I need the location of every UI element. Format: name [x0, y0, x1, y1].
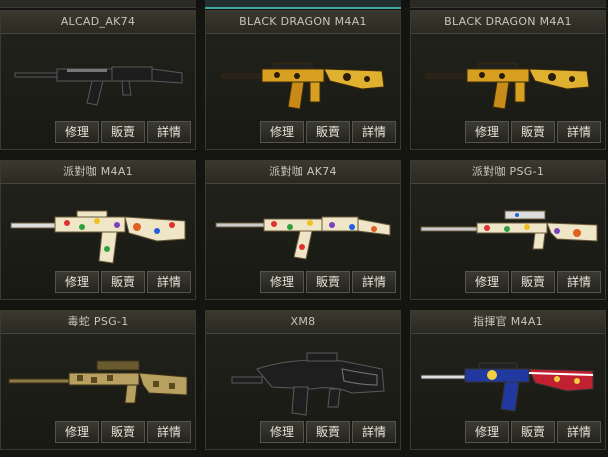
weapon-name: BLACK DRAGON M4A1 [411, 11, 605, 34]
weapon-card[interactable]: 派對咖 M4A1 修理 販賣 詳情 [0, 160, 196, 300]
weapon-name: 派對咖 AK74 [206, 161, 400, 184]
sell-button[interactable]: 販賣 [511, 121, 555, 143]
sell-button[interactable]: 販賣 [101, 121, 145, 143]
weapon-card[interactable]: ALCAD_AK74 修理 販賣 詳情 [0, 10, 196, 150]
weapon-inventory-grid: ALCAD_AK74 修理 販賣 詳情 BLACK DRAGON M4A1 修理… [0, 0, 608, 457]
sell-button[interactable]: 販賣 [511, 421, 555, 443]
details-button[interactable]: 詳情 [352, 271, 396, 293]
sell-button[interactable]: 販賣 [511, 271, 555, 293]
m4a1-gold-dragon-icon [426, 62, 590, 110]
repair-button[interactable]: 修理 [260, 421, 304, 443]
ak74-party-icon [215, 216, 391, 260]
weapon-card[interactable]: 毒蛇 PSG-1 修理 販賣 詳情 [0, 310, 196, 450]
sell-button[interactable]: 販賣 [306, 271, 350, 293]
repair-button[interactable]: 修理 [55, 421, 99, 443]
weapon-name: BLACK DRAGON M4A1 [206, 11, 400, 34]
details-button[interactable]: 詳情 [147, 271, 191, 293]
details-button[interactable]: 詳情 [352, 121, 396, 143]
weapon-card[interactable]: 派對咖 AK74 修理 販賣 詳情 [205, 160, 401, 300]
weapon-name: 毒蛇 PSG-1 [1, 311, 195, 334]
weapon-card[interactable]: 指揮官 M4A1 修理 販賣 詳情 [410, 310, 606, 450]
sell-button[interactable]: 販賣 [101, 271, 145, 293]
repair-button[interactable]: 修理 [55, 271, 99, 293]
sell-button[interactable]: 販賣 [306, 421, 350, 443]
weapon-name: XM8 [206, 311, 400, 334]
repair-button[interactable]: 修理 [465, 421, 509, 443]
details-button[interactable]: 詳情 [557, 421, 601, 443]
sell-button[interactable]: 販賣 [306, 121, 350, 143]
details-button[interactable]: 詳情 [147, 121, 191, 143]
repair-button[interactable]: 修理 [260, 271, 304, 293]
details-button[interactable]: 詳情 [352, 421, 396, 443]
weapon-card[interactable]: XM8 修理 販賣 詳情 [205, 310, 401, 450]
repair-button[interactable]: 修理 [260, 121, 304, 143]
psg1-snake-icon [8, 360, 188, 404]
weapon-card[interactable]: 派對咖 PSG-1 修理 販賣 詳情 [410, 160, 606, 300]
repair-button[interactable]: 修理 [465, 121, 509, 143]
sell-button[interactable]: 販賣 [101, 421, 145, 443]
repair-button[interactable]: 修理 [55, 121, 99, 143]
m4a1-gold-dragon-icon [221, 62, 385, 110]
ak74-rifle-icon [14, 66, 183, 106]
details-button[interactable]: 詳情 [557, 271, 601, 293]
weapon-card[interactable]: BLACK DRAGON M4A1 修理 販賣 詳情 [205, 10, 401, 150]
details-button[interactable]: 詳情 [147, 421, 191, 443]
weapon-name: ALCAD_AK74 [1, 11, 195, 34]
details-button[interactable]: 詳情 [557, 121, 601, 143]
m4a1-party-icon [10, 210, 186, 264]
weapon-name: 指揮官 M4A1 [411, 311, 605, 334]
xm8-rifle-icon [231, 352, 385, 416]
psg1-party-icon [420, 210, 598, 250]
weapon-card[interactable]: BLACK DRAGON M4A1 修理 販賣 詳情 [410, 10, 606, 150]
m4a1-commander-icon [420, 362, 594, 412]
weapon-name: 派對咖 PSG-1 [411, 161, 605, 184]
weapon-name: 派對咖 M4A1 [1, 161, 195, 184]
repair-button[interactable]: 修理 [465, 271, 509, 293]
